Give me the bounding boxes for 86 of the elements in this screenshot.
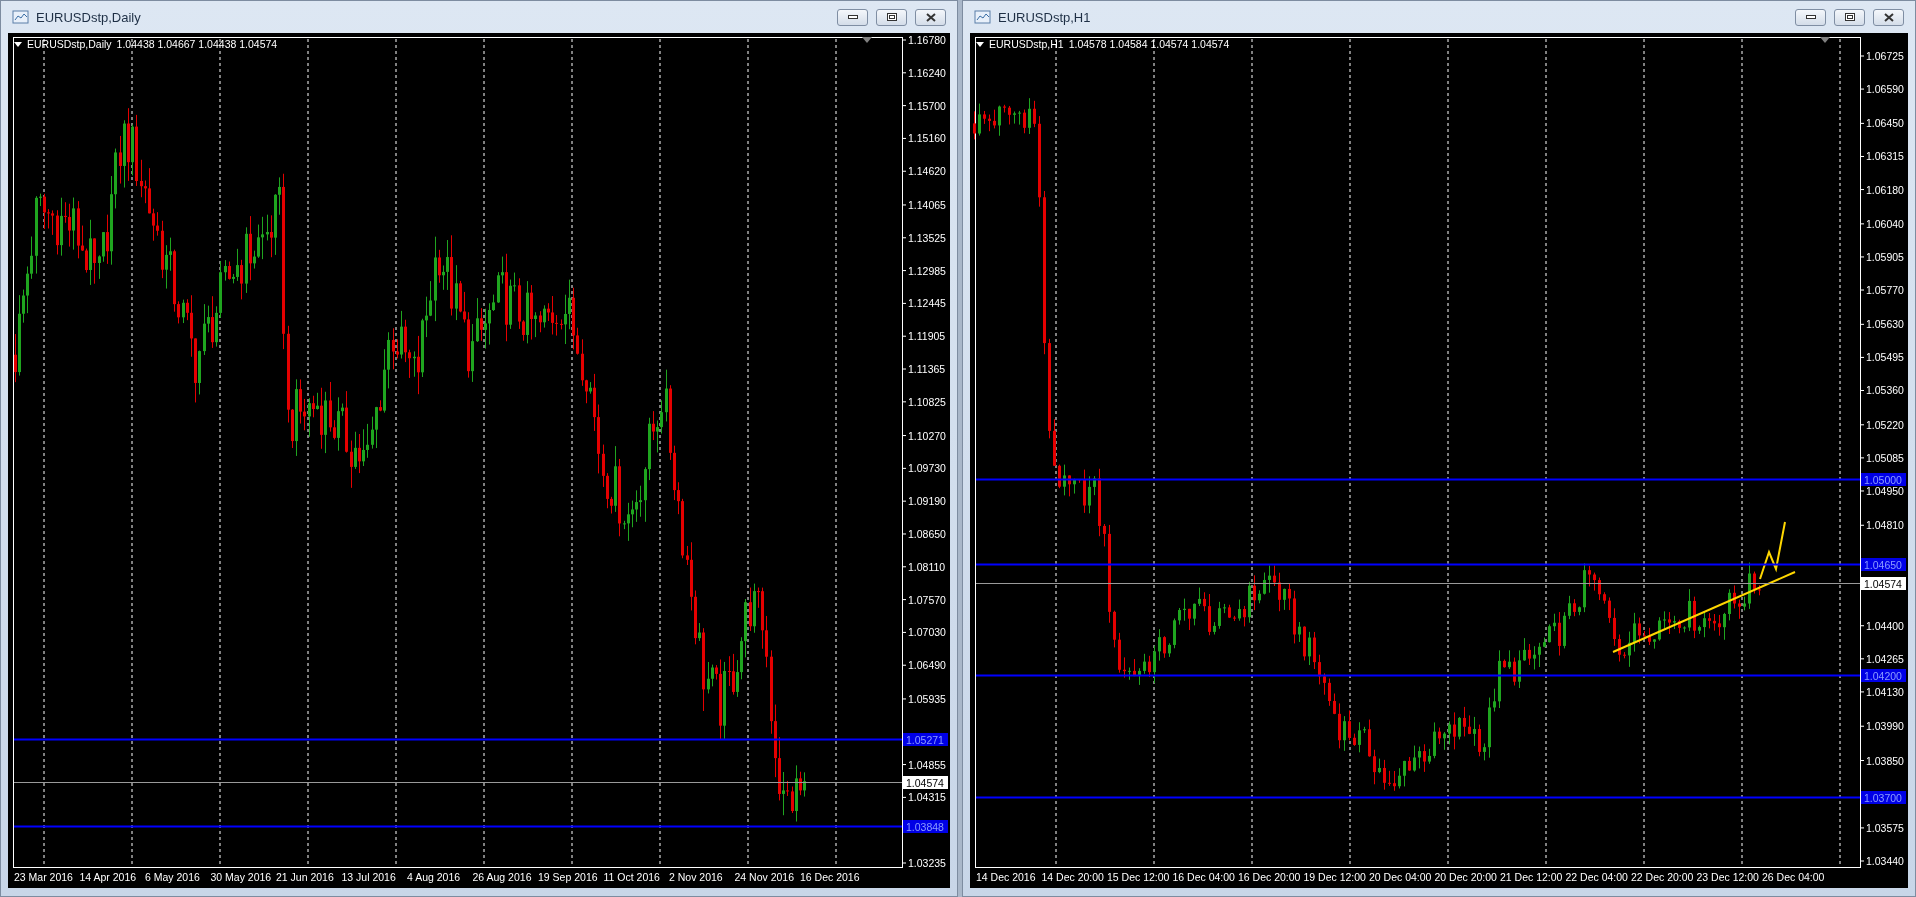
price-tag: 1.03848 xyxy=(903,820,948,833)
time-label: 26 Aug 2016 xyxy=(472,871,532,883)
time-label: 14 Apr 2016 xyxy=(79,871,137,883)
price-tag: 1.05271 xyxy=(903,733,948,746)
price-label: 1.11365 xyxy=(908,363,946,375)
ohlc-values: 1.04578 1.04584 1.04574 1.04574 xyxy=(1068,38,1230,50)
price-label: 1.04810 xyxy=(1866,519,1904,532)
price-label: 1.06450 xyxy=(1866,117,1904,130)
price-label: 1.15700 xyxy=(908,99,946,112)
price-label: 1.14620 xyxy=(908,165,946,178)
ohlc-values: 1.04438 1.04667 1.04438 1.04574 xyxy=(116,38,278,50)
price-label: 1.06490 xyxy=(908,659,946,672)
price-tag: 1.04574 xyxy=(1861,577,1906,590)
symbol-label: EURUSDstp,H1 xyxy=(989,38,1064,50)
price-label: 1.03850 xyxy=(1866,754,1904,767)
price-tag: 1.04650 xyxy=(1861,558,1906,571)
time-label: 23 Dec 12:00 xyxy=(1696,871,1759,883)
price-label: 1.05905 xyxy=(1866,250,1904,263)
time-label: 6 May 2016 xyxy=(145,871,200,883)
price-label: 1.06315 xyxy=(1866,150,1904,163)
price-label: 1.12985 xyxy=(908,264,946,277)
price-tag: 1.05000 xyxy=(1861,473,1906,486)
price-label: 1.06725 xyxy=(1866,50,1904,62)
price-label: 1.15160 xyxy=(908,132,946,145)
time-label: 14 Dec 2016 xyxy=(976,871,1036,883)
price-label: 1.14065 xyxy=(908,198,946,211)
price-tag: 1.03700 xyxy=(1861,791,1906,804)
price-label: 1.05220 xyxy=(1866,418,1904,431)
price-label: 1.04855 xyxy=(908,758,946,771)
price-label: 1.06180 xyxy=(1866,183,1904,196)
time-label: 21 Jun 2016 xyxy=(276,871,334,883)
price-label: 1.08110 xyxy=(908,560,946,573)
price-label: 1.12445 xyxy=(908,297,946,310)
time-label: 16 Dec 20:00 xyxy=(1238,871,1301,883)
time-label: 20 Dec 04:00 xyxy=(1369,871,1432,883)
price-label: 1.10825 xyxy=(908,395,946,408)
time-label: 24 Nov 2016 xyxy=(734,871,795,883)
price-label: 1.16240 xyxy=(908,66,946,79)
time-label: 14 Dec 20:00 xyxy=(1041,871,1104,883)
window-title: EURUSDstp,Daily xyxy=(36,9,142,25)
window-title: EURUSDstp,H1 xyxy=(998,9,1092,25)
symbol-label: EURUSDstp,Daily xyxy=(27,38,112,50)
price-label: 1.08650 xyxy=(908,528,946,540)
price-label: 1.13525 xyxy=(908,231,946,244)
price-label: 1.07570 xyxy=(908,593,946,606)
price-label: 1.03440 xyxy=(1866,855,1904,867)
price-label: 1.05360 xyxy=(1866,384,1904,397)
price-label: 1.05770 xyxy=(1866,284,1904,297)
price-label: 1.10270 xyxy=(908,429,946,442)
price-label: 1.05495 xyxy=(1866,351,1904,364)
price-label: 1.04130 xyxy=(1866,685,1904,698)
price-label: 1.09730 xyxy=(908,462,946,475)
price-label: 1.09190 xyxy=(908,495,946,508)
price-label: 1.11905 xyxy=(908,330,946,343)
price-tag: 1.04200 xyxy=(1861,669,1906,682)
time-label: 13 Jul 2016 xyxy=(341,871,396,883)
time-label: 16 Dec 2016 xyxy=(800,871,860,883)
time-label: 26 Dec 04:00 xyxy=(1762,871,1825,883)
time-label: 20 Dec 20:00 xyxy=(1434,871,1497,883)
price-label: 1.04265 xyxy=(1866,652,1904,665)
price-label: 1.04950 xyxy=(1866,484,1904,497)
time-label: 16 Dec 04:00 xyxy=(1172,871,1235,883)
price-label: 1.07030 xyxy=(908,626,946,639)
price-label: 1.05085 xyxy=(1866,451,1904,464)
time-label: 23 Mar 2016 xyxy=(14,871,73,883)
price-label: 1.03990 xyxy=(1866,720,1904,733)
time-label: 15 Dec 12:00 xyxy=(1107,871,1170,883)
price-label: 1.06590 xyxy=(1866,83,1904,96)
time-label: 19 Dec 12:00 xyxy=(1303,871,1366,883)
price-label: 1.16780 xyxy=(908,34,946,46)
time-label: 22 Dec 04:00 xyxy=(1565,871,1628,883)
time-label: 11 Oct 2016 xyxy=(603,871,660,883)
time-label: 22 Dec 20:00 xyxy=(1631,871,1694,883)
price-label: 1.06040 xyxy=(1866,217,1904,230)
time-label: 2 Nov 2016 xyxy=(669,871,723,883)
price-label: 1.04315 xyxy=(908,791,946,804)
time-label: 19 Sep 2016 xyxy=(538,871,598,883)
price-label: 1.05630 xyxy=(1866,318,1904,331)
time-label: 30 May 2016 xyxy=(210,871,272,883)
price-label: 1.03235 xyxy=(908,857,946,869)
price-label: 1.04400 xyxy=(1866,619,1904,632)
price-label: 1.03575 xyxy=(1866,821,1904,834)
time-label: 4 Aug 2016 xyxy=(407,871,461,883)
price-label: 1.05935 xyxy=(908,692,946,705)
price-tag: 1.04574 xyxy=(903,776,948,789)
time-label: 21 Dec 12:00 xyxy=(1500,871,1563,883)
